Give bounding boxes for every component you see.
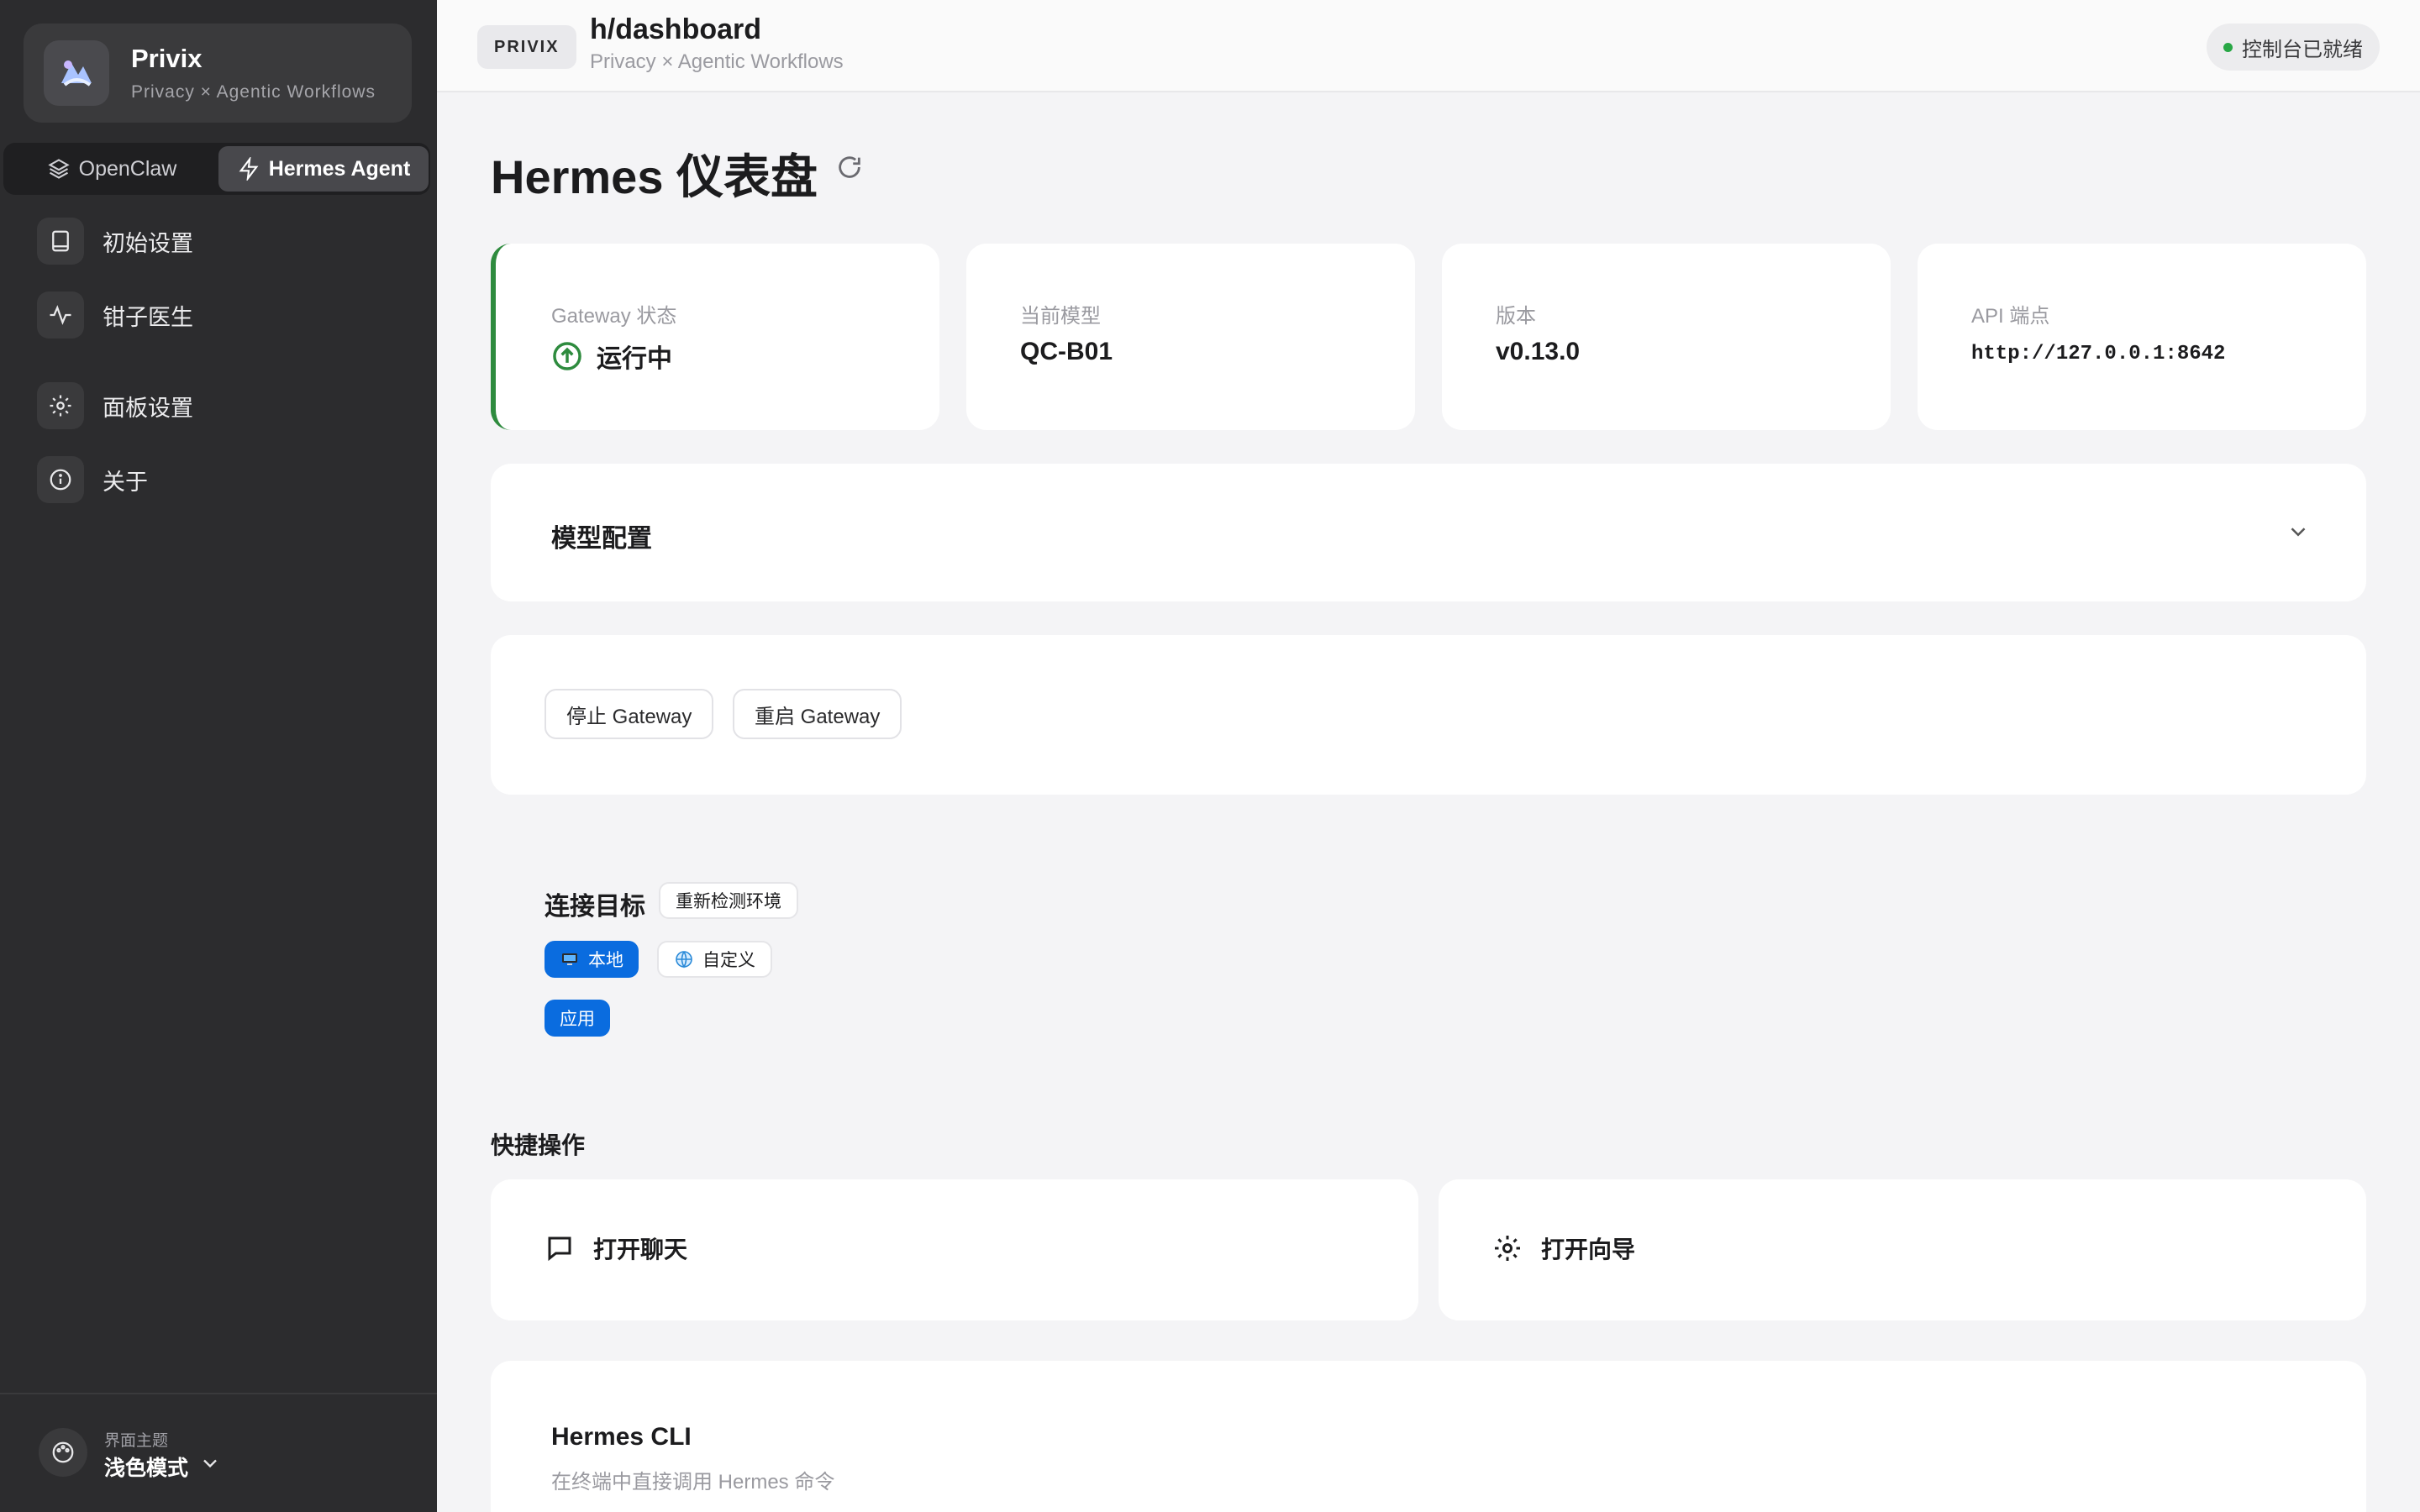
theme-switcher[interactable]: 界面主题 浅色模式 [0, 1393, 437, 1512]
mode-hermes-agent[interactable]: Hermes Agent [218, 146, 429, 192]
top-bar: PRIVIX h/dashboard Privacy × Agentic Wor… [437, 0, 2420, 92]
sidebar-item-label: 钳子医生 [103, 304, 193, 330]
stat-value: 运行中 [551, 338, 672, 375]
monitor-icon [562, 953, 577, 965]
info-icon [37, 456, 84, 503]
gear-icon [1495, 1236, 1520, 1261]
gateway-status-card: Gateway 状态 运行中 [491, 244, 939, 430]
redetect-env-button[interactable]: 重新检测环境 [659, 882, 798, 919]
restart-gateway-button[interactable]: 重启 Gateway [733, 689, 902, 739]
open-wizard-button[interactable]: 打开向导 [1439, 1179, 2366, 1320]
open-wizard-label: 打开向导 [1541, 1236, 1636, 1263]
mode-openclaw-label: OpenClaw [78, 156, 177, 181]
page-title: Hermes 仪表盘 [491, 150, 818, 203]
stat-value: http://127.0.0.1:8642 [1971, 343, 2226, 365]
stat-label: 当前模型 [1020, 305, 1101, 328]
theme-label: 界面主题 [104, 1432, 169, 1450]
version-card: 版本 v0.13.0 [1442, 244, 1891, 430]
stat-value: v0.13.0 [1496, 338, 1581, 365]
open-chat-label: 打开聊天 [593, 1236, 688, 1263]
chevron-down-icon [203, 1459, 217, 1468]
layers-icon [47, 159, 70, 179]
brand-name: Privix [131, 44, 203, 73]
console-status-badge: 控制台已就绪 [2207, 24, 2380, 71]
model-config-title: 模型配置 [551, 525, 652, 553]
sidebar-item-label: 面板设置 [103, 395, 193, 421]
privix-tag: PRIVIX [477, 25, 576, 69]
target-custom-option[interactable]: 自定义 [657, 941, 772, 978]
theme-value: 浅色模式 [104, 1457, 189, 1480]
pulse-icon [37, 291, 84, 339]
sidebar-item-setup[interactable]: 初始设置 [37, 218, 193, 265]
book-icon [37, 218, 84, 265]
target-local-label: 本地 [588, 951, 623, 970]
globe-icon [676, 951, 692, 969]
hermes-cli-panel: Hermes CLI 在终端中直接调用 Hermes 命令 [491, 1361, 2366, 1512]
model-config-panel[interactable]: 模型配置 [491, 464, 2366, 601]
model-card: 当前模型 QC-B01 [966, 244, 1415, 430]
stat-label: 版本 [1496, 305, 1536, 328]
target-custom-label: 自定义 [702, 951, 755, 970]
stat-label: API 端点 [1971, 305, 2050, 328]
gear-icon [37, 382, 84, 429]
hermes-cli-subtitle: 在终端中直接调用 Hermes 命令 [551, 1471, 835, 1494]
route-path: h/dashboard [590, 13, 762, 45]
connection-target-title: 连接目标 [544, 893, 645, 921]
privix-logo-icon [44, 40, 109, 106]
chevron-down-icon[interactable] [2286, 519, 2311, 544]
stop-gateway-button[interactable]: 停止 Gateway [544, 689, 714, 739]
sidebar-item-label: 初始设置 [103, 230, 193, 256]
sidebar-item-label: 关于 [103, 469, 148, 495]
refresh-icon[interactable] [835, 153, 864, 181]
mode-openclaw[interactable]: OpenClaw [7, 146, 217, 192]
stat-label: Gateway 状态 [551, 305, 677, 328]
arrow-up-circle-icon [553, 342, 581, 370]
brand-card[interactable]: Privix Privacy × Agentic Workflows [24, 24, 412, 123]
route-subtitle: Privacy × Agentic Workflows [590, 50, 844, 73]
palette-icon [39, 1428, 87, 1477]
sidebar-item-panel-settings[interactable]: 面板设置 [37, 382, 193, 429]
brand-subtitle: Privacy × Agentic Workflows [131, 82, 376, 102]
target-local-option[interactable]: 本地 [544, 941, 639, 978]
bolt-icon [239, 157, 259, 181]
gateway-status-text: 运行中 [597, 345, 672, 373]
stat-value: QC-B01 [1020, 338, 1113, 365]
open-chat-button[interactable]: 打开聊天 [491, 1179, 1418, 1320]
mode-switcher: OpenClaw Hermes Agent [3, 143, 430, 195]
sidebar-item-doctor[interactable]: 钳子医生 [37, 291, 193, 339]
chat-icon [548, 1236, 571, 1262]
hermes-cli-title: Hermes CLI [551, 1423, 692, 1451]
mode-hermes-label: Hermes Agent [268, 156, 411, 181]
apply-button[interactable]: 应用 [544, 1000, 610, 1037]
gateway-actions-panel: 停止 Gateway 重启 Gateway [491, 635, 2366, 795]
sidebar-item-about[interactable]: 关于 [37, 456, 148, 503]
api-endpoint-card: API 端点 http://127.0.0.1:8642 [1918, 244, 2366, 430]
sidebar: Privix Privacy × Agentic Workflows OpenC… [0, 0, 437, 1512]
quick-actions-title: 快捷操作 [491, 1132, 586, 1158]
